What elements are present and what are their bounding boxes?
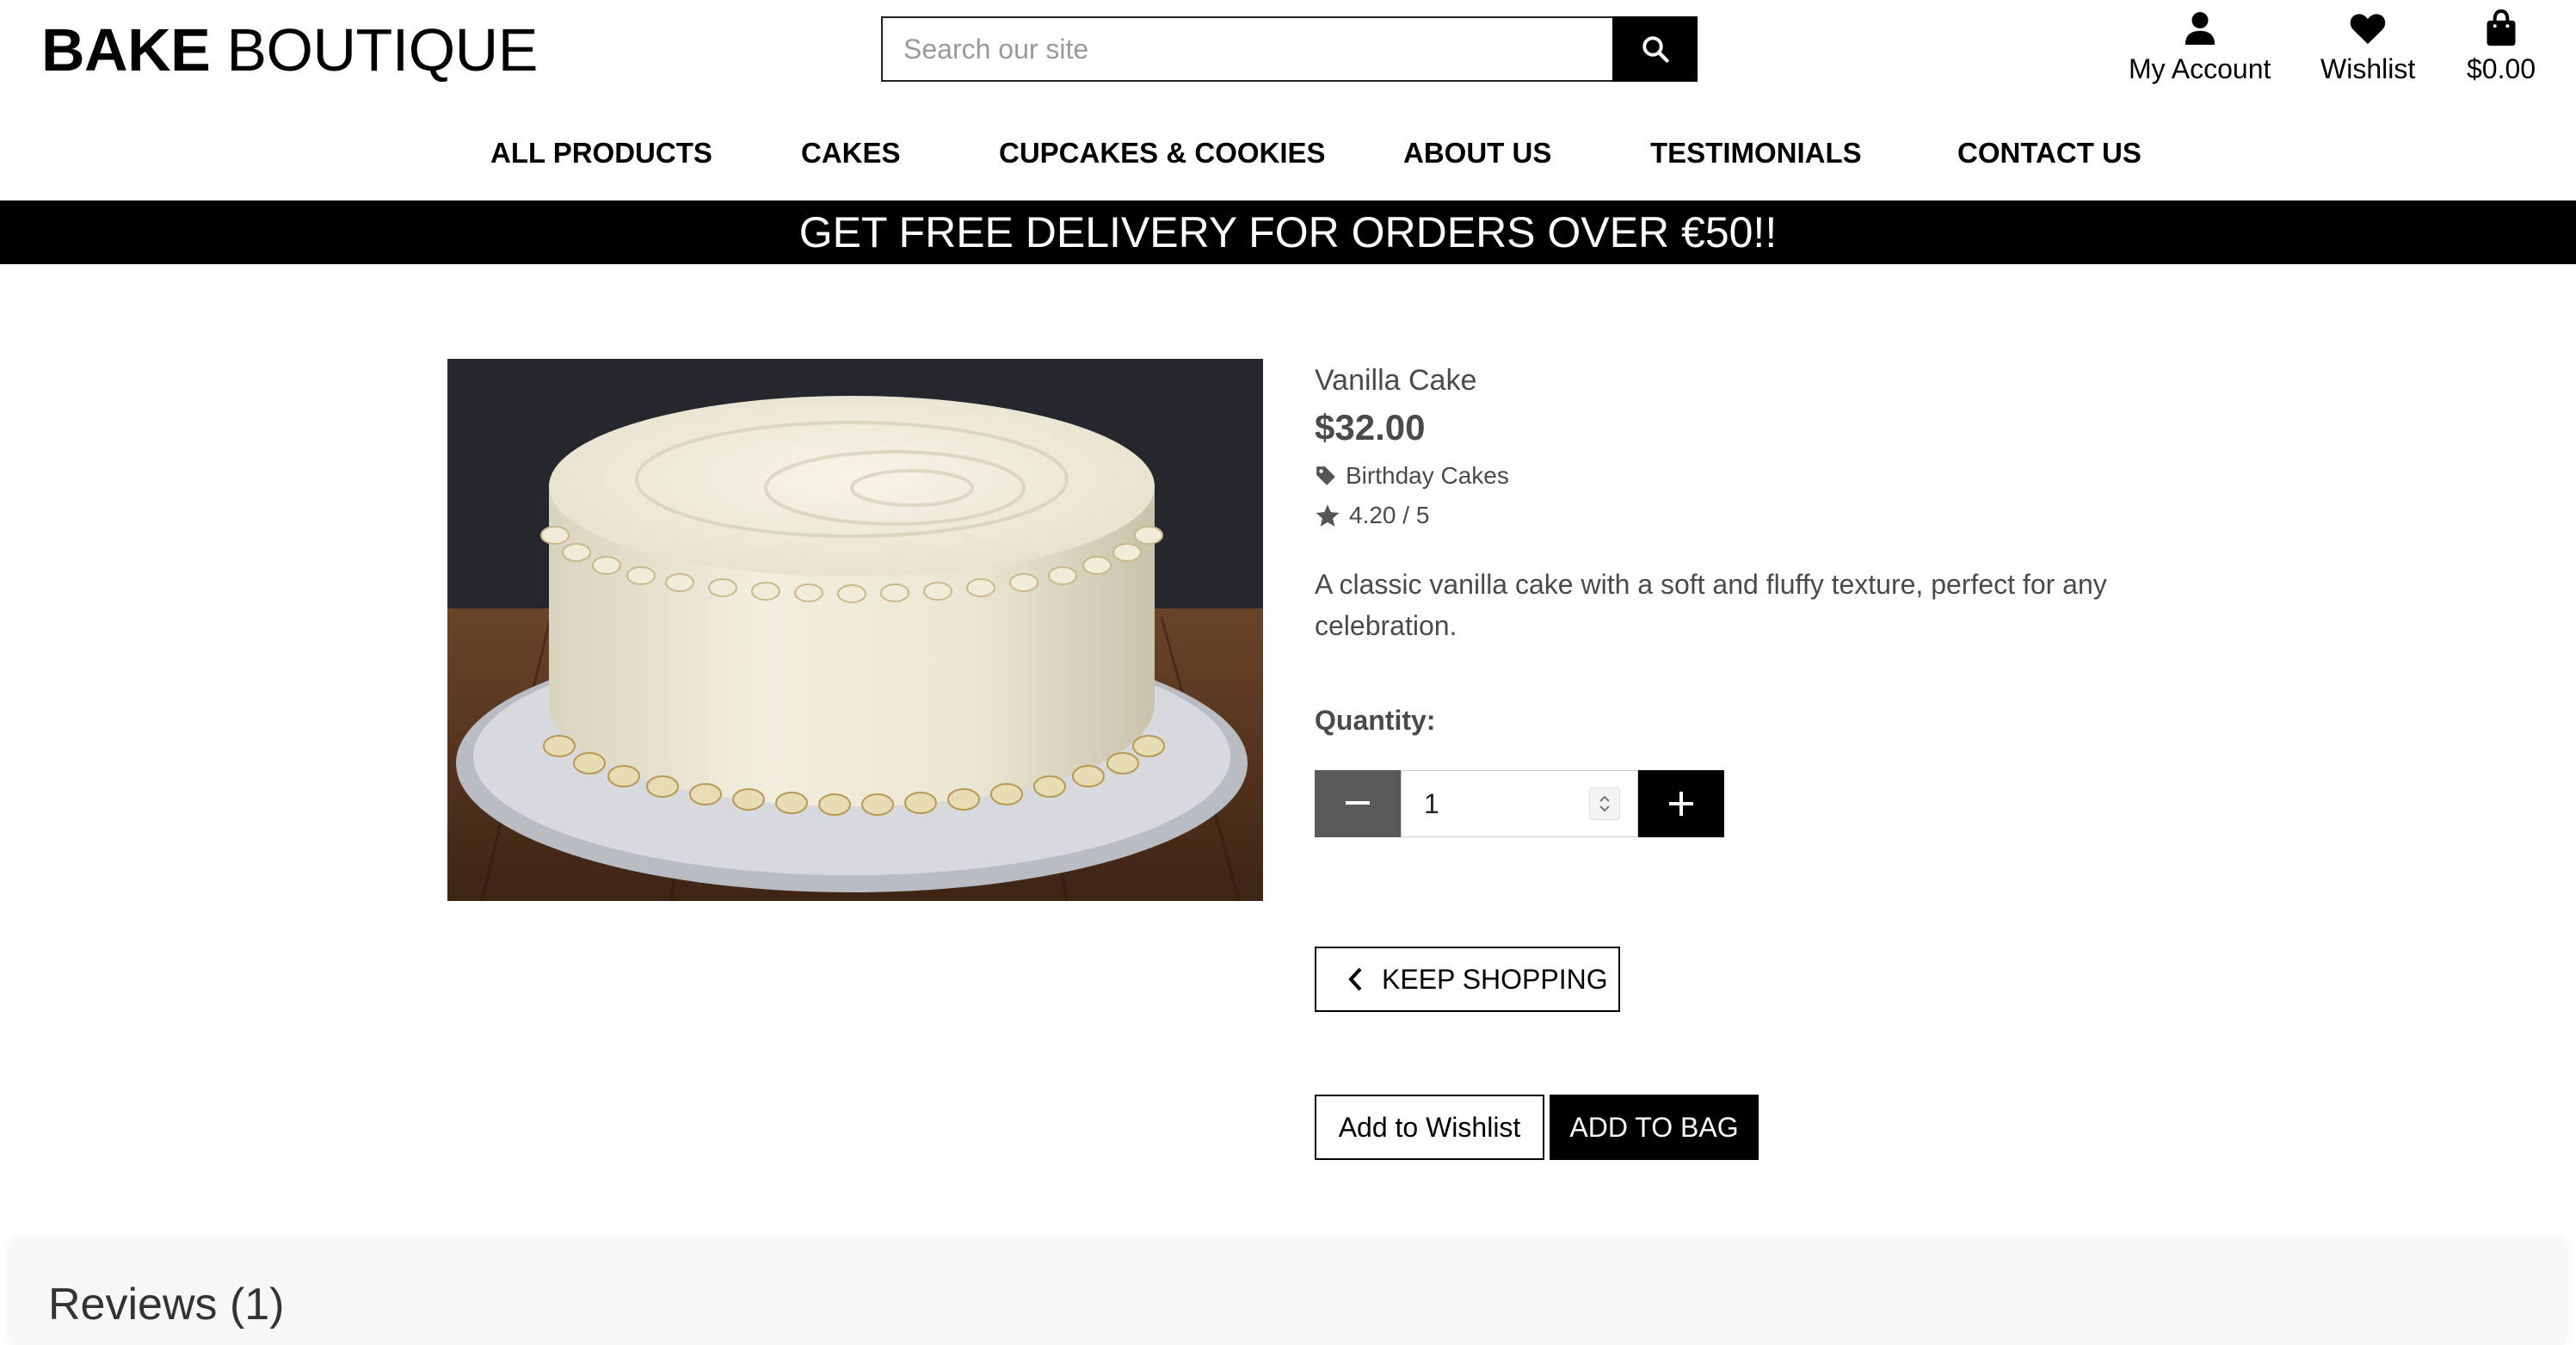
decrement-quantity-button[interactable] (1315, 770, 1401, 837)
wishlist-label: Wishlist (2320, 53, 2416, 84)
product-image (447, 359, 1263, 901)
quantity-value: 1 (1424, 787, 1439, 819)
keep-shopping-button[interactable]: KEEP SHOPPING (1315, 947, 1620, 1012)
site-logo[interactable]: BAKE BOUTIQUE (41, 14, 538, 86)
product-category-link[interactable]: Birthday Cakes (1315, 459, 1509, 493)
search-input[interactable] (881, 16, 1612, 82)
keep-shopping-label: KEEP SHOPPING (1382, 963, 1608, 995)
nav-testimonials[interactable]: TESTIMONIALS (1650, 129, 1862, 177)
quantity-stepper: 1 (1315, 770, 1724, 837)
shopping-bag-icon (2487, 9, 2516, 46)
product-name: Vanilla Cake (1315, 364, 1477, 397)
nav-cakes[interactable]: CAKES (801, 129, 901, 177)
free-delivery-banner: GET FREE DELIVERY FOR ORDERS OVER €50!! (0, 201, 2576, 264)
star-icon (1316, 504, 1340, 527)
bag-total: $0.00 (2467, 53, 2536, 84)
brand-name-bold: BAKE (41, 16, 211, 83)
add-to-wishlist-button[interactable]: Add to Wishlist (1315, 1095, 1544, 1160)
nav-about-us[interactable]: ABOUT US (1403, 129, 1551, 177)
quantity-label: Quantity: (1315, 705, 1436, 736)
search-button[interactable] (1612, 16, 1698, 82)
product-category: Birthday Cakes (1346, 462, 1509, 489)
product-description: A classic vanilla cake with a soft and f… (1315, 569, 2107, 641)
tag-icon (1316, 466, 1335, 485)
quantity-spinner[interactable] (1589, 787, 1620, 820)
quantity-input[interactable]: 1 (1401, 770, 1638, 837)
nav-all-products[interactable]: ALL PRODUCTS (490, 129, 712, 177)
minus-icon (1346, 801, 1370, 805)
plus-icon (1669, 792, 1693, 816)
main-navigation: ALL PRODUCTS CAKES CUPCAKES & COOKIES AB… (0, 129, 2576, 177)
nav-cupcakes-cookies[interactable]: CUPCAKES & COOKIES (999, 129, 1326, 177)
search-icon (1642, 36, 1669, 63)
my-account-label: My Account (2129, 53, 2271, 84)
increment-quantity-button[interactable] (1638, 770, 1724, 837)
rating-value: 4.20 / 5 (1349, 502, 1430, 528)
reviews-heading: Reviews (1) (48, 1280, 285, 1330)
heart-icon (2350, 14, 2386, 45)
nav-contact-us[interactable]: CONTACT US (1957, 129, 2142, 177)
user-icon (2185, 12, 2215, 45)
brand-name-light: BOUTIQUE (226, 16, 538, 83)
product-rating: 4.20 / 5 (1315, 498, 1429, 533)
chevron-left-icon (1348, 967, 1362, 991)
spinner-arrows-icon (1599, 795, 1610, 812)
product-price: $32.00 (1315, 407, 1426, 447)
my-account-link[interactable]: My Account (2129, 9, 2271, 86)
shopping-bag-link[interactable]: $0.00 (2467, 9, 2536, 86)
add-to-bag-button[interactable]: ADD TO BAG (1550, 1095, 1759, 1160)
wishlist-link[interactable]: Wishlist (2320, 9, 2415, 86)
search-form (881, 16, 1698, 82)
reviews-section: Reviews (1) (10, 1242, 2566, 1345)
